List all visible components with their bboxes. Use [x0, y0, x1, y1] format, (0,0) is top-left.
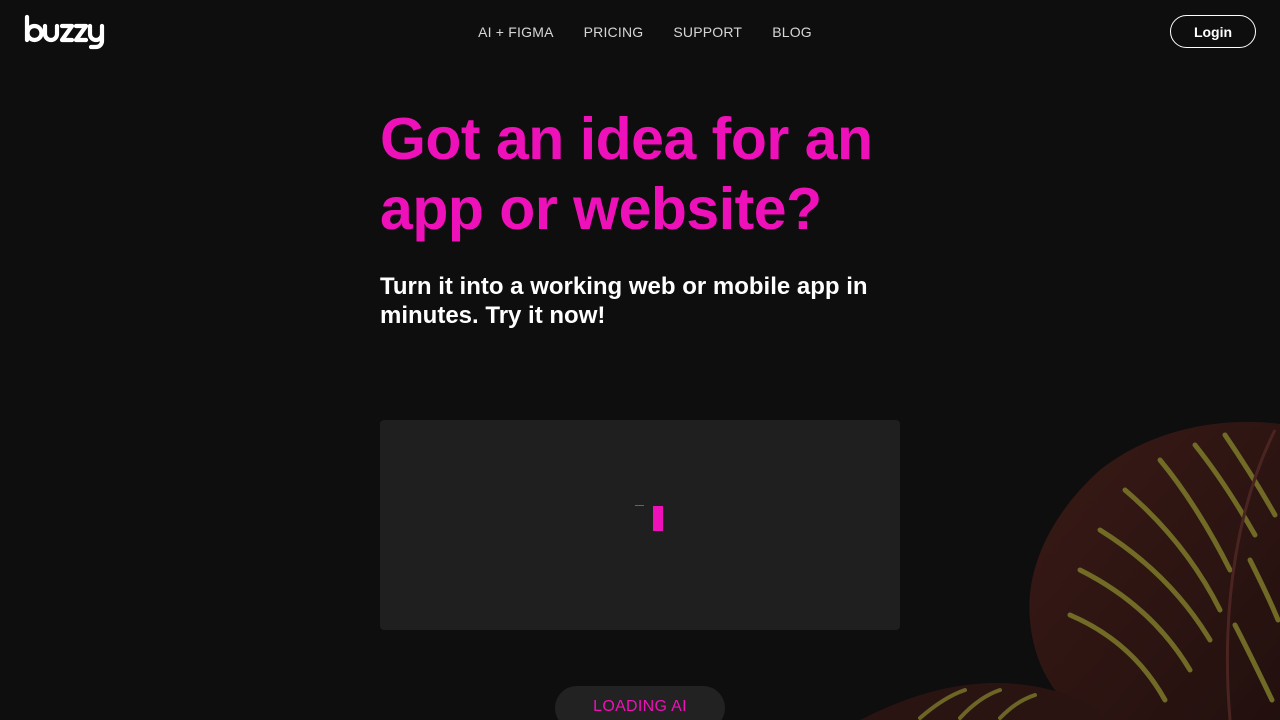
leaf-illustration-small-icon	[860, 682, 1100, 720]
hero-headline: Got an idea for an app or website?	[380, 106, 873, 242]
site-header: AI + FIGMA PRICING SUPPORT BLOG Login	[0, 0, 1280, 66]
hero-subheadline: Turn it into a working web or mobile app…	[380, 273, 868, 329]
nav-item-support[interactable]: SUPPORT	[673, 24, 742, 40]
nav-item-pricing[interactable]: PRICING	[584, 24, 644, 40]
ai-prompt-area[interactable]	[380, 420, 900, 630]
leaf-illustration-icon	[1029, 421, 1280, 720]
typing-indicator-dash	[635, 505, 644, 506]
login-button[interactable]: Login	[1170, 15, 1256, 48]
text-cursor	[653, 506, 663, 531]
nav-item-blog[interactable]: BLOG	[772, 24, 812, 40]
main-nav: AI + FIGMA PRICING SUPPORT BLOG	[0, 24, 1280, 40]
buzzy-logo[interactable]	[24, 14, 106, 50]
loading-ai-button[interactable]: LOADING AI	[555, 686, 725, 720]
nav-item-ai-figma[interactable]: AI + FIGMA	[478, 24, 554, 40]
page: AI + FIGMA PRICING SUPPORT BLOG Login Go…	[0, 0, 1280, 720]
